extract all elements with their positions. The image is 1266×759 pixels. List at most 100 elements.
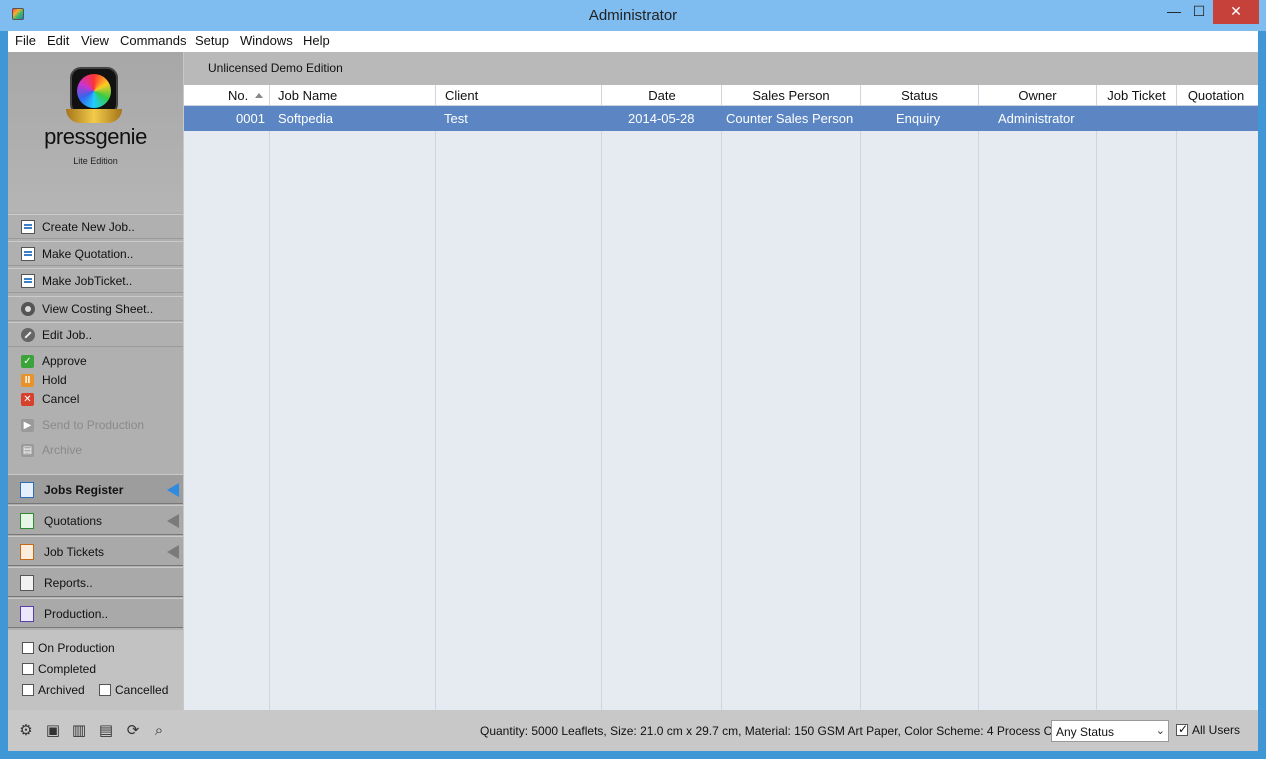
column-header-no[interactable]: No. xyxy=(184,85,270,106)
menu-view[interactable]: View xyxy=(81,33,109,48)
play-icon: ▶ xyxy=(21,419,34,432)
column-header-date[interactable]: Date xyxy=(602,85,722,106)
edit-job-button[interactable]: Edit Job.. xyxy=(8,322,183,347)
table-row[interactable]: 0001 Softpedia Test 2014-05-28 Counter S… xyxy=(184,106,1258,131)
address-book-icon[interactable]: ▣ xyxy=(45,723,61,739)
reports-icon xyxy=(20,575,34,591)
status-filter-select[interactable]: Any Status ⌄ xyxy=(1051,720,1169,742)
edit-job-label: Edit Job.. xyxy=(42,328,93,342)
title-bar: Administrator — ☐ ✕ xyxy=(0,0,1266,31)
pressgenie-logo xyxy=(70,67,118,115)
column-divider xyxy=(269,85,270,710)
create-new-job-label: Create New Job.. xyxy=(42,220,135,234)
cell-owner: Administrator xyxy=(998,111,1075,126)
column-divider xyxy=(860,85,861,710)
nav-production[interactable]: Production.. xyxy=(8,598,183,628)
hold-button[interactable]: II Hold xyxy=(8,371,183,390)
demo-banner-text: Unlicensed Demo Edition xyxy=(208,61,343,75)
pause-icon: II xyxy=(21,374,34,387)
cell-job-name: Softpedia xyxy=(278,111,333,126)
checkmark-icon: ✓ xyxy=(1178,722,1189,736)
create-new-job-button[interactable]: Create New Job.. xyxy=(8,214,183,239)
menu-setup[interactable]: Setup xyxy=(195,33,229,48)
check-icon: ✓ xyxy=(21,355,34,368)
maximize-button[interactable]: ☐ xyxy=(1187,0,1211,24)
logo-edition: Lite Edition xyxy=(73,156,118,166)
cancel-button[interactable]: ✕ Cancel xyxy=(8,390,183,409)
approve-button[interactable]: ✓ Approve xyxy=(8,352,183,371)
jobs-register-panel: Unlicensed Demo Edition No. Job Name Cli… xyxy=(184,52,1258,710)
eye-icon xyxy=(21,302,35,316)
gear-icon[interactable]: ⚙ xyxy=(18,723,34,739)
logo-color-wheel xyxy=(77,74,111,108)
on-production-box[interactable] xyxy=(22,642,34,654)
cancel-label: Cancel xyxy=(42,392,80,406)
logo-wordmark: pressgenie xyxy=(44,124,147,149)
nav-job-tickets-label: Job Tickets xyxy=(44,545,105,559)
archived-label: Archived xyxy=(38,683,85,697)
close-button[interactable]: ✕ xyxy=(1213,0,1259,24)
jobs-register-icon xyxy=(20,482,34,498)
completed-box[interactable] xyxy=(22,663,34,675)
menu-file[interactable]: File xyxy=(15,33,36,48)
hold-label: Hold xyxy=(42,373,67,387)
status-filter-value: Any Status xyxy=(1056,725,1115,739)
bottom-status-bar: ⚙ ▣ ▥ ▤ ⟳ ⌕ Quantity: 5000 Leaflets, Siz… xyxy=(8,710,1258,751)
column-header-job-ticket[interactable]: Job Ticket xyxy=(1097,85,1176,106)
make-quotation-label: Make Quotation.. xyxy=(42,247,134,261)
quotation-icon xyxy=(21,247,35,261)
status-filters: On Production Completed Archived Cancell… xyxy=(8,630,183,710)
cancelled-box[interactable] xyxy=(99,684,111,696)
x-icon: ✕ xyxy=(21,393,34,406)
archive-button[interactable]: ▤ Archive xyxy=(8,441,183,460)
refresh-icon[interactable]: ⟳ xyxy=(125,723,141,739)
view-costing-sheet-label: View Costing Sheet.. xyxy=(42,302,154,316)
menu-help[interactable]: Help xyxy=(303,33,330,48)
active-indicator-icon xyxy=(167,483,179,497)
make-quotation-button[interactable]: Make Quotation.. xyxy=(8,241,183,266)
column-divider xyxy=(721,85,722,710)
nav-jobs-register-label: Jobs Register xyxy=(44,483,124,497)
window-title: Administrator xyxy=(588,7,678,24)
jobticket-icon xyxy=(21,274,35,288)
nav-reports[interactable]: Reports.. xyxy=(8,567,183,597)
barcode-icon[interactable]: ▥ xyxy=(71,723,87,739)
column-divider xyxy=(435,85,436,710)
chevron-down-icon: ⌄ xyxy=(1155,725,1165,737)
cell-date: 2014-05-28 xyxy=(628,111,695,126)
menu-commands[interactable]: Commands xyxy=(120,33,186,48)
view-costing-sheet-button[interactable]: View Costing Sheet.. xyxy=(8,296,183,321)
cell-sales-person: Counter Sales Person xyxy=(726,111,854,126)
all-users-label: All Users xyxy=(1192,723,1241,737)
column-header-owner[interactable]: Owner xyxy=(979,85,1096,106)
logo-lamp xyxy=(66,109,122,123)
make-jobticket-button[interactable]: Make JobTicket.. xyxy=(8,268,183,293)
column-header-status[interactable]: Status xyxy=(861,85,978,106)
menu-bar: File Edit View Commands Setup Windows He… xyxy=(8,31,1258,52)
nav-jobs-register[interactable]: Jobs Register xyxy=(8,474,183,504)
nav-quotations[interactable]: Quotations xyxy=(8,505,183,535)
on-production-label: On Production xyxy=(38,641,115,655)
column-header-client[interactable]: Client xyxy=(445,85,595,106)
archive-icon: ▤ xyxy=(21,444,34,457)
nav-job-tickets[interactable]: Job Tickets xyxy=(8,536,183,566)
cancelled-label: Cancelled xyxy=(115,683,169,697)
column-header-quotation[interactable]: Quotation xyxy=(1177,85,1255,106)
minimize-button[interactable]: — xyxy=(1163,0,1185,24)
menu-edit[interactable]: Edit xyxy=(47,33,69,48)
printer-icon[interactable]: ▤ xyxy=(98,723,114,739)
expand-arrow-icon xyxy=(167,545,179,559)
nav-production-label: Production.. xyxy=(44,607,109,621)
all-users-box[interactable]: ✓ xyxy=(1176,722,1189,736)
sort-ascending-icon xyxy=(255,93,263,98)
column-header-sales-person[interactable]: Sales Person xyxy=(722,85,860,106)
completed-label: Completed xyxy=(38,662,97,676)
column-header-job-name[interactable]: Job Name xyxy=(278,85,428,106)
send-to-production-button[interactable]: ▶ Send to Production xyxy=(8,416,183,435)
menu-windows[interactable]: Windows xyxy=(240,33,293,48)
search-icon[interactable]: ⌕ xyxy=(151,723,167,739)
cell-no: 0001 xyxy=(236,111,265,126)
archived-box[interactable] xyxy=(22,684,34,696)
column-divider xyxy=(601,85,602,710)
expand-arrow-icon xyxy=(167,514,179,528)
